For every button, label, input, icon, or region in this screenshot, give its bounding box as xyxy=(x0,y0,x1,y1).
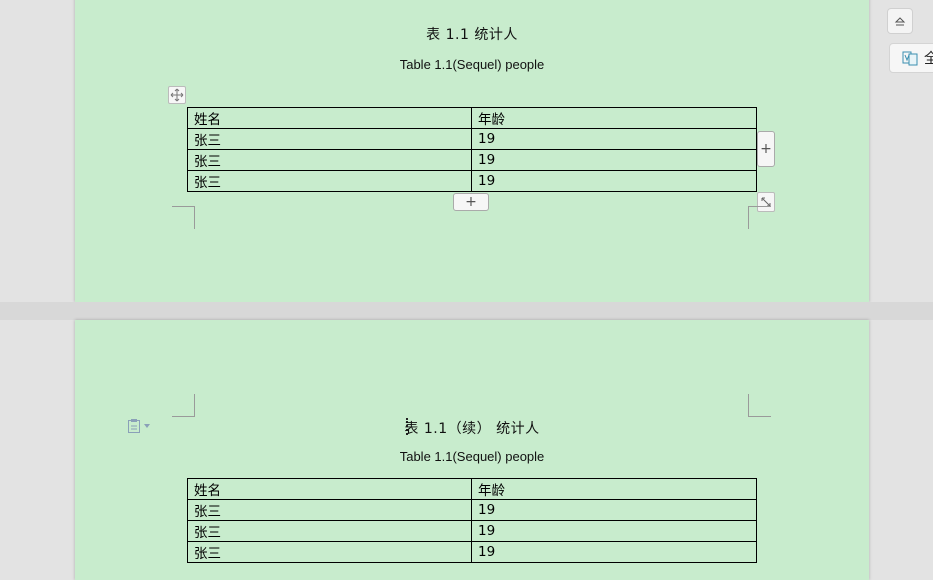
table-row: 张三 19 xyxy=(187,170,757,192)
table-cell[interactable]: 19 xyxy=(471,128,757,150)
table-row: 张三 19 xyxy=(187,520,757,542)
translate-icon xyxy=(902,51,918,66)
document-page-2: 表 1.1（续） 统计人 Table 1.1(Sequel) people 姓名… xyxy=(75,320,869,580)
document-page-1: 表 1.1 统计人 Table 1.1(Sequel) people 姓名 年龄… xyxy=(75,0,869,302)
table-row: 张三 19 xyxy=(187,149,757,171)
data-table-1[interactable]: 姓名 年龄 张三 19 张三 19 张三 19 xyxy=(187,107,757,192)
table-row: 姓名 年龄 xyxy=(187,107,757,129)
table-cell[interactable]: 19 xyxy=(471,149,757,171)
table-cell[interactable]: 19 xyxy=(471,499,757,521)
table-caption-cn: 表 1.1 统计人 xyxy=(426,27,518,43)
table-caption-cn-continued: 表 1.1（续） 统计人 xyxy=(404,421,540,437)
table-cell[interactable]: 张三 xyxy=(187,149,472,171)
page-separator xyxy=(0,302,933,320)
table-cell[interactable]: 张三 xyxy=(187,170,472,192)
table-cell[interactable]: 姓名 xyxy=(187,478,472,500)
margin-corner-mark xyxy=(748,394,771,417)
eject-up-icon xyxy=(894,17,906,26)
translate-button[interactable]: 全 xyxy=(889,43,933,73)
margin-corner-mark xyxy=(748,206,771,229)
table-cell[interactable]: 19 xyxy=(471,520,757,542)
table-row: 张三 19 xyxy=(187,499,757,521)
table-cell[interactable]: 年龄 xyxy=(471,478,757,500)
table-move-handle-icon[interactable] xyxy=(168,86,186,104)
table-cell[interactable]: 张三 xyxy=(187,128,472,150)
table-caption-en: Table 1.1(Sequel) people xyxy=(399,57,545,72)
table-row: 姓名 年龄 xyxy=(187,478,757,500)
table-cell[interactable]: 19 xyxy=(471,170,757,192)
margin-corner-mark xyxy=(172,394,195,417)
add-column-button[interactable]: + xyxy=(757,131,775,167)
table-cell[interactable]: 张三 xyxy=(187,520,472,542)
margin-corner-mark xyxy=(172,206,195,229)
data-table-2[interactable]: 姓名 年龄 张三 19 张三 19 张三 19 xyxy=(187,478,757,563)
table-cell[interactable]: 姓名 xyxy=(187,107,472,129)
translate-label: 全 xyxy=(924,51,933,67)
table-cell[interactable]: 张三 xyxy=(187,499,472,521)
table-cell[interactable]: 19 xyxy=(471,541,757,563)
add-row-button[interactable]: + xyxy=(453,193,489,211)
collapse-panel-button[interactable] xyxy=(887,8,913,34)
table-cell[interactable]: 年龄 xyxy=(471,107,757,129)
table-caption-en: Table 1.1(Sequel) people xyxy=(399,449,545,464)
table-row: 张三 19 xyxy=(187,541,757,563)
table-cell[interactable]: 张三 xyxy=(187,541,472,563)
table-row: 张三 19 xyxy=(187,128,757,150)
